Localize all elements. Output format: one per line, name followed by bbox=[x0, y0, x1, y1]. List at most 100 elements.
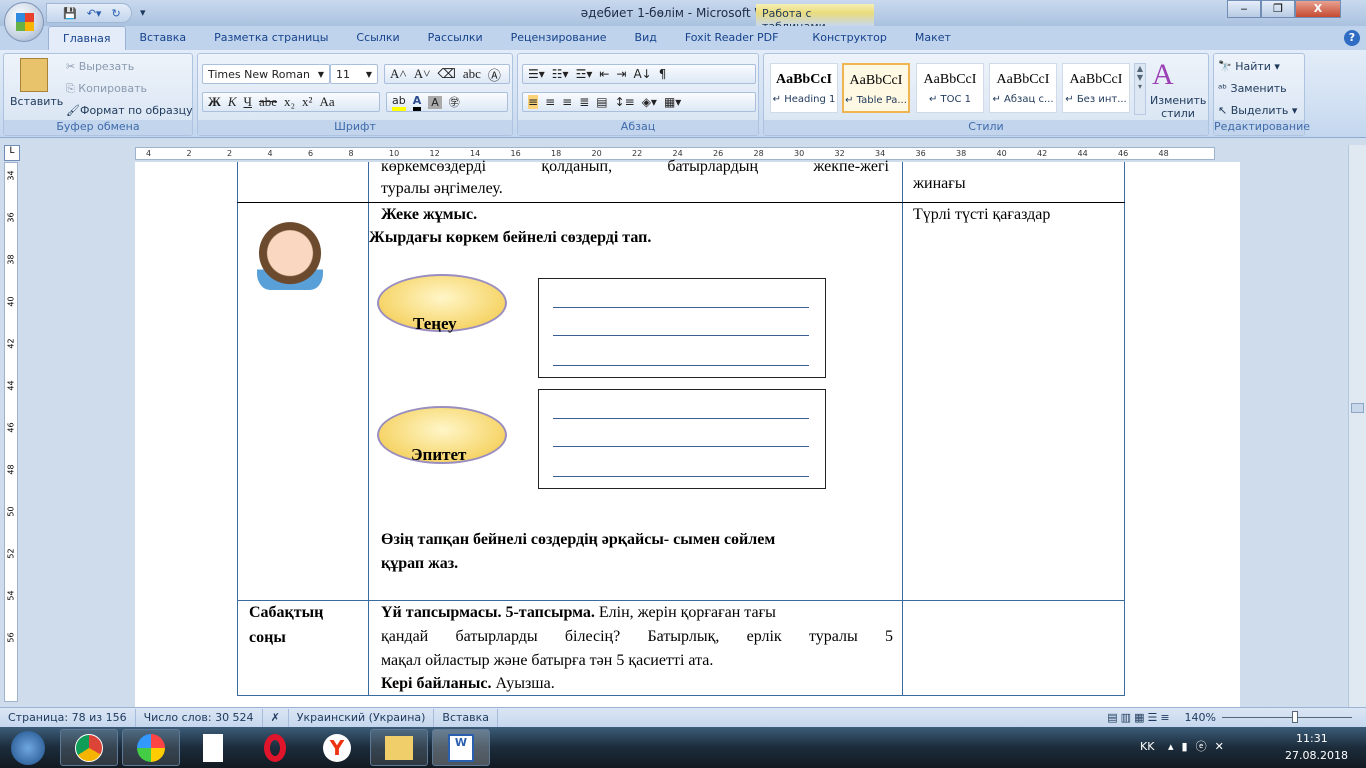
tab-references[interactable]: Ссылки bbox=[342, 26, 413, 50]
style-table-paragraph[interactable]: AaBbCcI ↵ Table Pa... bbox=[842, 63, 910, 113]
shrink-font-icon[interactable]: A˅ bbox=[414, 66, 431, 82]
show-marks-icon[interactable]: ¶ bbox=[659, 67, 667, 81]
customize-qat-icon[interactable]: ▾ bbox=[140, 6, 146, 19]
superscript-button[interactable]: x² bbox=[302, 94, 312, 110]
highlight-icon[interactable]: ab bbox=[392, 94, 406, 111]
align-buttons: ≡ ≡ ≡ ≣ ▤ ↕≡ ◈▾ ▦▾ bbox=[522, 92, 756, 112]
char-shading-icon[interactable]: A bbox=[428, 95, 442, 109]
homework-line3: мақал ойластыр және батырға тән 5 қасиет… bbox=[381, 652, 714, 669]
align-left-icon[interactable]: ≡ bbox=[528, 95, 539, 109]
help-icon[interactable]: ? bbox=[1344, 30, 1360, 46]
char-border-icon[interactable]: Ⓐ bbox=[488, 65, 501, 84]
increase-indent-icon[interactable]: ⇥ bbox=[616, 67, 626, 81]
bold-button[interactable]: Ж bbox=[208, 94, 221, 110]
decrease-indent-icon[interactable]: ⇤ bbox=[599, 67, 609, 81]
page-indicator[interactable]: Страница: 78 из 156 bbox=[0, 708, 136, 727]
epithet-answer-box[interactable] bbox=[538, 389, 826, 489]
undo-icon[interactable]: ↶▾ bbox=[87, 7, 102, 20]
style-list-paragraph[interactable]: AaBbCcI ↵ Абзац с... bbox=[989, 63, 1057, 113]
change-case-button[interactable]: Aa bbox=[319, 94, 334, 110]
word-count[interactable]: Число слов: 30 524 bbox=[136, 708, 263, 727]
word-button[interactable]: W bbox=[432, 729, 490, 766]
find-button[interactable]: 🔭 Найти ▾ bbox=[1218, 60, 1280, 73]
start-button[interactable] bbox=[0, 729, 56, 766]
tab-selector-button[interactable]: L bbox=[4, 145, 20, 161]
clock-time[interactable]: 11:31 bbox=[1296, 732, 1328, 745]
sort-icon[interactable]: A↓ bbox=[633, 67, 651, 81]
cut-button[interactable]: ✂ Вырезать bbox=[66, 60, 134, 73]
explorer-button[interactable] bbox=[370, 729, 428, 766]
spellcheck-icon[interactable]: ✗ bbox=[263, 708, 289, 727]
ruler-tick: 44 bbox=[1077, 149, 1088, 158]
tab-mailings[interactable]: Рассылки bbox=[414, 26, 497, 50]
save-icon[interactable]: 💾 bbox=[57, 7, 77, 20]
tab-insert[interactable]: Вставка bbox=[126, 26, 201, 50]
zoom-slider-thumb[interactable] bbox=[1292, 711, 1298, 723]
redo-icon[interactable]: ↻ bbox=[111, 7, 120, 20]
select-label: Выделить bbox=[1230, 104, 1289, 117]
justify-icon[interactable]: ≣ bbox=[579, 95, 589, 109]
italic-button[interactable]: К bbox=[228, 94, 237, 110]
align-center-icon[interactable]: ≡ bbox=[545, 95, 555, 109]
subscript-button[interactable]: x₂ bbox=[284, 94, 295, 110]
opera-button[interactable] bbox=[246, 729, 304, 766]
language-indicator[interactable]: Украинский (Украина) bbox=[289, 708, 435, 727]
vertical-ruler[interactable]: 34 36 38 40 42 44 46 48 50 52 54 56 bbox=[4, 162, 18, 702]
font-color-icon[interactable]: A bbox=[412, 94, 422, 111]
yandex-browser-button[interactable]: Y bbox=[308, 729, 366, 766]
line-spacing-icon[interactable]: ↕≡ bbox=[615, 95, 635, 109]
font-size-select[interactable]: 11 ▼ bbox=[330, 64, 378, 84]
align-right-icon[interactable]: ≡ bbox=[562, 95, 572, 109]
bullets-icon[interactable]: ☰▾ bbox=[528, 67, 545, 81]
enclose-icon[interactable]: ㊫ bbox=[449, 94, 460, 110]
zoom-slider[interactable] bbox=[1222, 711, 1352, 723]
style-heading-1[interactable]: AaBbCcI ↵ Heading 1 bbox=[770, 63, 838, 113]
insert-mode[interactable]: Вставка bbox=[434, 708, 499, 727]
zoom-level[interactable]: 140% bbox=[1179, 711, 1222, 724]
scrollbar-thumb[interactable] bbox=[1351, 403, 1364, 413]
keyboard-language[interactable]: KK bbox=[1140, 740, 1154, 753]
copy-button[interactable]: ⎘ Копировать bbox=[66, 82, 147, 96]
paste-button[interactable]: Вставить bbox=[10, 95, 63, 108]
distributed-icon[interactable]: ▤ bbox=[596, 95, 607, 109]
tab-home[interactable]: Главная bbox=[48, 26, 126, 50]
clock-date[interactable]: 27.08.2018 bbox=[1285, 749, 1348, 762]
tab-page-layout[interactable]: Разметка страницы bbox=[200, 26, 342, 50]
tab-layout[interactable]: Макет bbox=[901, 26, 965, 50]
tab-design[interactable]: Конструктор bbox=[798, 26, 900, 50]
tray-icons[interactable]: ▴▮ⓔ✕ bbox=[1168, 738, 1232, 754]
font-name-select[interactable]: Times New Roman ▼ bbox=[202, 64, 330, 84]
style-toc-1[interactable]: AaBbCcI ↵ TOC 1 bbox=[916, 63, 984, 113]
shading-icon[interactable]: ◈▾ bbox=[642, 95, 657, 109]
borders-icon[interactable]: ▦▾ bbox=[664, 95, 681, 109]
tab-foxit[interactable]: Foxit Reader PDF bbox=[671, 26, 793, 50]
change-styles-button[interactable]: Изменить стили bbox=[1150, 94, 1206, 120]
clear-format-icon[interactable]: ⌫ bbox=[437, 66, 455, 82]
multilevel-icon[interactable]: ☲▾ bbox=[576, 67, 593, 81]
chrome-taskbar-button[interactable] bbox=[60, 729, 118, 766]
style-no-spacing[interactable]: AaBbCcI ↵ Без инт... bbox=[1062, 63, 1130, 113]
office-button[interactable] bbox=[4, 2, 44, 42]
phonetic-icon[interactable]: abc bbox=[463, 66, 481, 82]
simile-answer-box[interactable] bbox=[538, 278, 826, 378]
format-painter-button[interactable]: 🖌Формат по образцу bbox=[66, 104, 193, 117]
view-buttons[interactable]: ▤▥▦☰≡ bbox=[1101, 711, 1178, 724]
ruler-tick: 40 bbox=[996, 149, 1007, 158]
grow-font-icon[interactable]: A˄ bbox=[390, 66, 407, 82]
underline-button[interactable]: Ч bbox=[244, 94, 252, 110]
restore-button[interactable]: ❐ bbox=[1261, 0, 1295, 18]
tab-view[interactable]: Вид bbox=[621, 26, 671, 50]
replace-button[interactable]: ᵃᵇ Заменить bbox=[1218, 82, 1287, 95]
vertical-scrollbar[interactable] bbox=[1348, 145, 1366, 707]
styles-scrollbar[interactable]: ▲ ▼ ▾ bbox=[1134, 63, 1146, 115]
chevron-down-icon: ▼ bbox=[317, 69, 324, 79]
yandex-launcher-button[interactable] bbox=[122, 729, 180, 766]
numbering-icon[interactable]: ☷▾ bbox=[552, 67, 569, 81]
select-button[interactable]: ↖ Выделить ▾ bbox=[1218, 104, 1297, 117]
minimize-button[interactable]: ‒ bbox=[1227, 0, 1261, 18]
ruler-tick: 52 bbox=[6, 548, 16, 559]
strikethrough-button[interactable]: abe bbox=[259, 94, 277, 110]
tab-review[interactable]: Рецензирование bbox=[497, 26, 621, 50]
close-button[interactable]: X bbox=[1295, 0, 1341, 18]
document-viewer-button[interactable] bbox=[184, 729, 242, 766]
